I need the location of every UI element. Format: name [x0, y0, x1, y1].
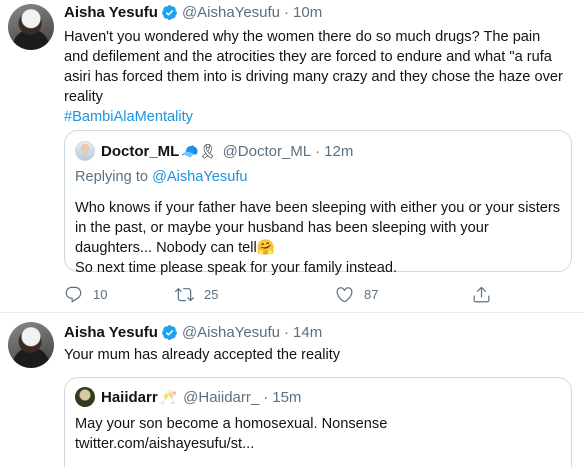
reply-count: 10 — [93, 287, 108, 302]
quoted-tweet[interactable]: Haiidarr 🥂 @Haiidarr_ · 15m May your son… — [64, 377, 572, 467]
quoted-tweet-text: May your son become a homosexual. Nonsen… — [75, 414, 565, 454]
share-icon — [473, 286, 490, 303]
mention-link[interactable]: @AishaYesufu — [152, 169, 247, 185]
tweet-actions: 10 25 87 — [64, 285, 504, 307]
author-name[interactable]: Aisha Yesufu — [64, 324, 158, 341]
replying-to: Replying to @AishaYesufu — [75, 169, 248, 185]
quoted-tweet-header: Haiidarr 🥂 @Haiidarr_ · 15m — [75, 387, 301, 407]
tweet-text: Your mum has already accepted the realit… — [64, 347, 341, 363]
hashtag-link[interactable]: #BambiAlaMentality — [64, 107, 564, 127]
timestamp[interactable]: 14m — [293, 324, 322, 341]
retweet-count: 25 — [204, 287, 219, 302]
like-button[interactable]: 87 — [335, 285, 378, 304]
quoted-text-line: May your son become a homosexual. Nonsen… — [75, 416, 388, 432]
retweet-icon — [175, 288, 194, 302]
author-name[interactable]: Aisha Yesufu — [64, 4, 158, 21]
tweet-header: Aisha Yesufu @AishaYesufu · 10m — [64, 4, 322, 21]
reply-button[interactable]: 10 — [64, 285, 107, 304]
like-count: 87 — [364, 287, 379, 302]
tweet-text: Haven't you wondered why the women there… — [64, 27, 564, 127]
separator-dot: · — [284, 4, 290, 21]
quoted-tweet-text: Who knows if your father have been sleep… — [75, 198, 565, 278]
quoted-author-handle[interactable]: @Doctor_ML — [223, 143, 312, 160]
name-emoji: 🥂 — [159, 388, 178, 405]
tweet-body: Haven't you wondered why the women there… — [64, 29, 563, 105]
like-icon — [336, 287, 353, 303]
quoted-timestamp[interactable]: 12m — [324, 143, 353, 160]
quoted-avatar[interactable] — [75, 387, 95, 407]
quoted-author-name[interactable]: Doctor_ML — [101, 143, 179, 160]
quoted-tweet[interactable]: Doctor_ML 🧢🎗 @Doctor_ML · 12m Replying t… — [64, 130, 572, 276]
quoted-author-handle[interactable]: @Haiidarr_ — [183, 389, 259, 406]
author-handle[interactable]: @AishaYesufu — [182, 4, 280, 21]
separator-dot: · — [263, 388, 269, 406]
timestamp[interactable]: 10m — [293, 4, 322, 21]
verified-badge-icon — [161, 325, 177, 340]
author-handle[interactable]: @AishaYesufu — [182, 324, 280, 341]
tweet-header: Aisha Yesufu @AishaYesufu · 14m — [64, 324, 322, 341]
name-emoji: 🧢🎗 — [181, 142, 217, 159]
tweet[interactable]: Aisha Yesufu @AishaYesufu · 10m Haven't … — [0, 0, 584, 313]
quoted-link[interactable]: twitter.com/aishayesufu/st... — [75, 434, 565, 454]
quoted-author-name[interactable]: Haiidarr — [101, 389, 158, 406]
replying-prefix: Replying to — [75, 169, 149, 185]
avatar[interactable] — [8, 322, 54, 368]
quoted-tweet-header: Doctor_ML 🧢🎗 @Doctor_ML · 12m — [75, 141, 353, 161]
reply-icon — [65, 286, 82, 303]
retweet-button[interactable]: 25 — [175, 285, 218, 304]
separator-dot: · — [284, 324, 290, 341]
avatar[interactable] — [8, 4, 54, 50]
share-button[interactable] — [472, 285, 501, 304]
quoted-text-line: So next time please speak for your famil… — [75, 260, 398, 276]
quoted-avatar[interactable] — [75, 141, 95, 161]
separator-dot: · — [315, 142, 321, 160]
quoted-text-line: Who knows if your father have been sleep… — [75, 200, 561, 256]
quoted-timestamp[interactable]: 15m — [272, 389, 301, 406]
verified-badge-icon — [161, 5, 177, 20]
